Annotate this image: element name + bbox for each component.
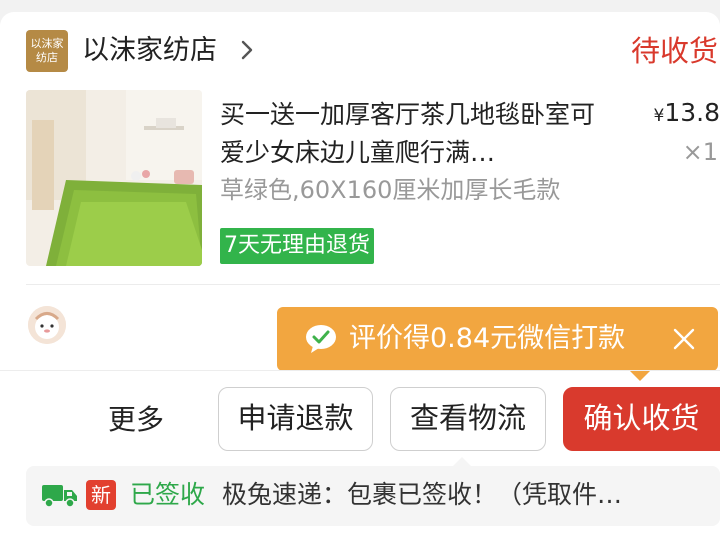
logistics-status: 已签收 [130, 480, 206, 509]
more-button[interactable]: 更多 [108, 398, 164, 442]
wechat-pay-icon [306, 325, 336, 353]
avatar[interactable] [28, 306, 66, 344]
product-quantity: ×1 [682, 138, 718, 166]
truck-icon [42, 485, 77, 508]
close-icon[interactable] [672, 327, 696, 351]
divider [26, 284, 720, 285]
return-policy-badge: 7天无理由退货 [220, 228, 374, 264]
product-spec: 草绿色,60X160厘米加厚长毛款 [220, 176, 561, 204]
chevron-right-icon[interactable] [240, 39, 254, 61]
price-value: 13.8 [664, 98, 720, 127]
review-reward-text: 评价得0.84元微信打款 [349, 323, 626, 354]
logistics-detail: 极兔速递：包裹已签收！（凭取件… [222, 480, 623, 509]
review-reward-tooltip[interactable]: 评价得0.84元微信打款 [277, 307, 718, 371]
product-title[interactable]: 买一送一加厚客厅茶几地毯卧室可爱少女床边儿童爬行满… [220, 96, 615, 172]
apply-refund-button[interactable]: 申请退款 [218, 387, 373, 451]
price-currency: ¥ [653, 106, 665, 126]
shop-logo[interactable]: 以沫家纺店 [26, 30, 68, 72]
order-status: 待收货 [630, 34, 718, 68]
shop-name[interactable]: 以沫家纺店 [82, 31, 217, 71]
logistics-bar[interactable]: 新 已签收 极兔速递：包裹已签收！（凭取件… [26, 466, 720, 526]
divider [0, 370, 720, 371]
view-logistics-button[interactable]: 查看物流 [390, 387, 546, 451]
confirm-receipt-button[interactable]: 确认收货 [563, 387, 720, 451]
product-price: ¥13.8 [654, 96, 720, 133]
product-image[interactable] [26, 90, 202, 266]
new-badge: 新 [86, 480, 116, 510]
